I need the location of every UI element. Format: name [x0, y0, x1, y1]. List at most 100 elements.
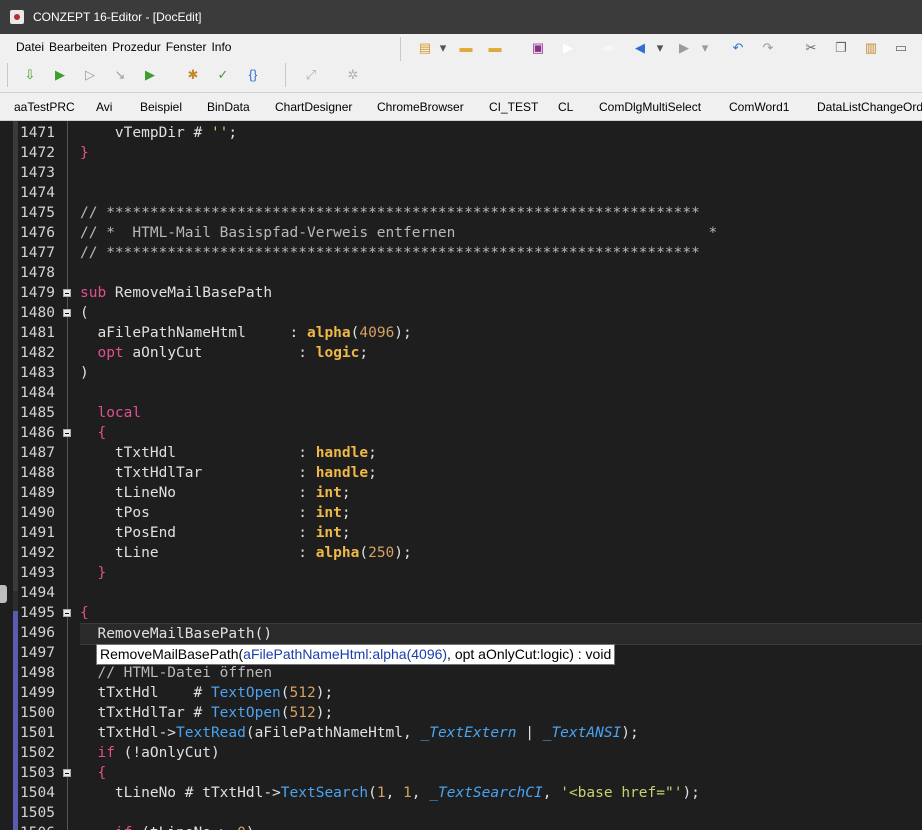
code-line[interactable]: 1494 — [6, 583, 922, 603]
code-line[interactable]: 1472} — [6, 143, 922, 163]
code-line[interactable]: 1476 // * HTML-Mail Basispfad-Verweis ent… — [6, 223, 922, 243]
toolbar-separator — [285, 63, 286, 87]
code-line[interactable]: 1481 aFilePathNameHtml : alpha(4096); — [6, 323, 922, 343]
code-line[interactable]: 1477 // *********************************… — [6, 243, 922, 263]
tab-cl[interactable]: CL — [558, 100, 573, 114]
code-line[interactable]: 1493 } — [6, 563, 922, 583]
code-line[interactable]: 1471 vTempDir # ''; — [6, 123, 922, 143]
tab-comword1[interactable]: ComWord1 — [729, 100, 789, 114]
forward-arrow-icon[interactable]: ▶ — [676, 40, 692, 56]
redo-icon[interactable]: ↷ — [760, 40, 776, 56]
run-to-cursor-icon[interactable]: ▶ — [142, 67, 158, 83]
code-line[interactable]: 1499 tTxtHdl # TextOpen(512); — [6, 683, 922, 703]
cut-icon[interactable]: ✂ — [803, 40, 819, 56]
code-token: local — [97, 405, 142, 421]
code-text: if (tLineNo > 0) — [80, 823, 255, 830]
code-token: ); — [621, 725, 639, 741]
tab-datalistchangeorder[interactable]: DataListChangeOrder — [817, 100, 922, 114]
code-line[interactable]: 1474 — [6, 183, 922, 203]
tab-avi[interactable]: Avi — [96, 100, 112, 114]
line-number: 1482 — [20, 345, 55, 361]
step-into-icon[interactable]: ↘ — [112, 67, 128, 83]
code-line[interactable]: 1473 — [6, 163, 922, 183]
code-editor[interactable]: 1471 vTempDir # ''; 1472} 1473 1474 1475// *… — [6, 121, 922, 830]
code-line[interactable]: 1478 — [6, 263, 922, 283]
tab-aatestprc[interactable]: aaTestPRC — [14, 100, 75, 114]
tab-chartdesigner[interactable]: ChartDesigner — [275, 100, 352, 114]
delete-icon[interactable]: ▭ — [893, 40, 909, 56]
new-document-icon[interactable]: ▤ — [417, 40, 433, 56]
tab-ci_test[interactable]: CI_TEST — [489, 100, 538, 114]
fold-toggle-icon[interactable] — [63, 429, 71, 437]
code-line[interactable]: 1504 tLineNo # tTxtHdl->TextSearch(1, 1,… — [6, 783, 922, 803]
save-icon[interactable]: ▣ — [530, 40, 546, 56]
menu-datei[interactable]: Datei — [16, 40, 44, 54]
code-token: (aFilePathNameHtml, — [245, 725, 421, 741]
code-line[interactable]: 1475 // *********************************… — [6, 203, 922, 223]
open-folder-icon[interactable]: ▬ — [458, 40, 474, 56]
code-line[interactable]: 1483) — [6, 363, 922, 383]
code-token: int — [315, 505, 342, 521]
tab-bindata[interactable]: BinData — [207, 100, 250, 114]
code-line[interactable]: 1501 tTxtHdl->TextRead(aFilePathNameHtml… — [6, 723, 922, 743]
code-line[interactable]: 1482 opt aOnlyCut : logic; — [6, 343, 922, 363]
fold-toggle-icon[interactable] — [63, 609, 71, 617]
menu-info[interactable]: Info — [211, 40, 231, 54]
save-all-icon[interactable]: ▶ — [560, 40, 576, 56]
code-line[interactable]: 1490 tPos : int; — [6, 503, 922, 523]
menu-bearbeiten[interactable]: Bearbeiten — [49, 40, 107, 54]
dropdown-arrow-icon[interactable]: ▾ — [652, 40, 668, 56]
code-line[interactable]: 1479 sub RemoveMailBasePath — [6, 283, 922, 303]
check-document-icon[interactable]: ✓ — [215, 67, 231, 83]
fold-toggle-icon[interactable] — [63, 769, 71, 777]
code-line[interactable]: 1496 RemoveMailBasePath() — [6, 623, 922, 645]
code-line[interactable]: 1488 tTxtHdlTar : handle; — [6, 463, 922, 483]
settings-icon[interactable]: ✲ — [345, 67, 361, 83]
code-line[interactable]: 1502 if (!aOnlyCut) — [6, 743, 922, 763]
dropdown-arrow-icon[interactable]: ▾ — [697, 40, 713, 56]
dropdown-arrow-icon[interactable]: ▾ — [435, 40, 451, 56]
fold-toggle-icon[interactable] — [63, 289, 71, 297]
step-icon[interactable]: ▷ — [82, 67, 98, 83]
code-line[interactable]: 1480 ( — [6, 303, 922, 323]
code-token: aFilePathNameHtml : — [80, 325, 307, 341]
splitter-handle[interactable] — [0, 585, 7, 603]
tab-comdlgmultiselect[interactable]: ComDlgMultiSelect — [599, 100, 701, 114]
toolbar-separator — [7, 63, 8, 87]
code-line[interactable]: 1491 tPosEnd : int; — [6, 523, 922, 543]
code-line[interactable]: 1492 tLine : alpha(250); — [6, 543, 922, 563]
find-binoculars-icon[interactable]: ∞ — [600, 40, 616, 56]
expand-icon[interactable]: ⤢ — [303, 67, 319, 83]
code-line[interactable]: 1486 { — [6, 423, 922, 443]
code-line[interactable]: 1503 { — [6, 763, 922, 783]
paste-icon[interactable]: ▥ — [863, 40, 879, 56]
line-number: 1496 — [20, 625, 55, 641]
code-line[interactable]: 1487 tTxtHdl : handle; — [6, 443, 922, 463]
menu-prozedur[interactable]: Prozedur — [112, 40, 161, 54]
code-line[interactable]: 1485 local — [6, 403, 922, 423]
code-token: alpha — [306, 325, 351, 341]
undo-icon[interactable]: ↶ — [730, 40, 746, 56]
code-token: tLine : — [80, 545, 316, 561]
menu-fenster[interactable]: Fenster — [166, 40, 207, 54]
line-number: 1506 — [20, 823, 60, 830]
compile-icon[interactable]: ⇩ — [22, 67, 38, 83]
copy-icon[interactable]: ❐ — [833, 40, 849, 56]
line-number: 1492 — [20, 545, 55, 561]
code-line[interactable]: 1500 tTxtHdlTar # TextOpen(512); — [6, 703, 922, 723]
run-icon[interactable]: ▶ — [52, 67, 68, 83]
code-line[interactable]: 1495 { — [6, 603, 922, 623]
back-arrow-icon[interactable]: ◀ — [632, 40, 648, 56]
debug-bug-icon[interactable]: ✱ — [185, 67, 201, 83]
tab-chromebrowser[interactable]: ChromeBrowser — [377, 100, 464, 114]
tab-beispiel[interactable]: Beispiel — [140, 100, 182, 114]
code-line[interactable]: 1498 // HTML-Datei öffnen — [6, 663, 922, 683]
code-line[interactable]: 1506 if (tLineNo > 0) — [6, 823, 922, 830]
code-line[interactable]: 1484 — [6, 383, 922, 403]
fold-toggle-icon[interactable] — [63, 309, 71, 317]
code-token: tTxtHdl : — [80, 445, 316, 461]
code-line[interactable]: 1489 tLineNo : int; — [6, 483, 922, 503]
open-folder-arrow-icon[interactable]: ▬ — [487, 40, 503, 56]
braces-icon[interactable]: {} — [245, 67, 261, 83]
code-line[interactable]: 1505 — [6, 803, 922, 823]
